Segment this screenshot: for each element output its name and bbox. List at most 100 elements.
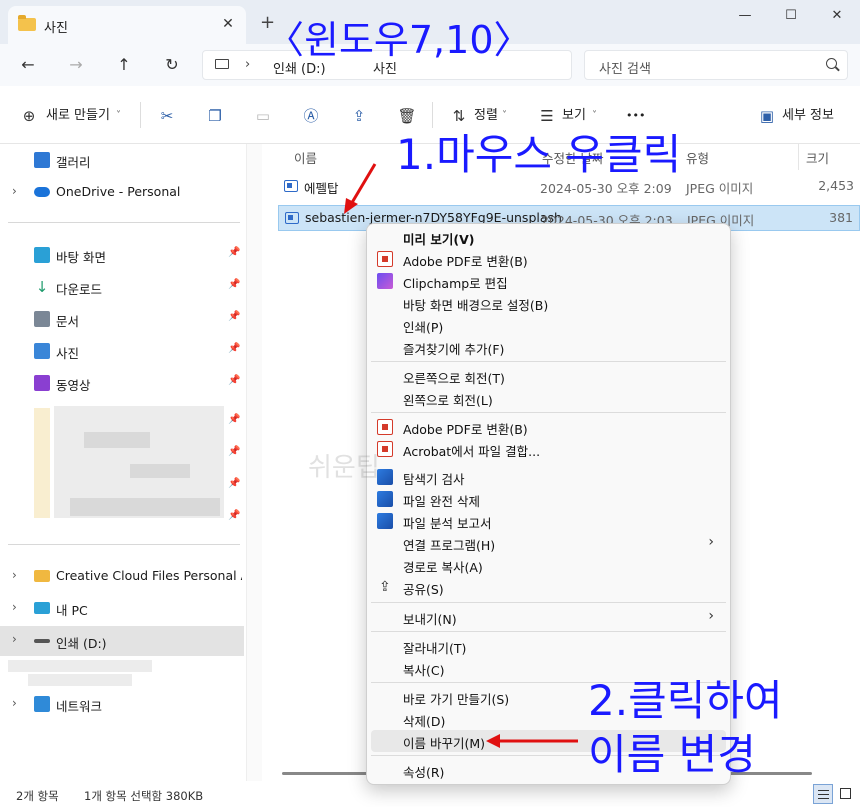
watermark: 쉬운팁 <box>308 447 380 484</box>
tab-close-button[interactable]: ✕ <box>218 14 238 34</box>
sidebar-divider <box>8 222 240 223</box>
menu-item-acrobat-combine[interactable]: Acrobat에서 파일 결합... <box>371 438 726 460</box>
menu-item-add-favorites[interactable]: 즐겨찾기에 추가(F) <box>371 336 726 358</box>
file-size: 381 <box>829 210 853 225</box>
new-button[interactable]: 새로 만들기 <box>46 106 110 126</box>
menu-item-copy-path[interactable]: 경로로 복사(A) <box>371 554 726 576</box>
sidebar-item-desktop[interactable]: 바탕 화면 📌 <box>0 241 244 269</box>
sidebar-item-label: OneDrive - Personal <box>56 184 242 199</box>
sidebar-item-label: 인쇄 (D:) <box>56 633 242 652</box>
cut-icon[interactable]: ✂ <box>156 105 178 127</box>
sidebar-item-downloads[interactable]: ↓ 다운로드 📌 <box>0 273 244 301</box>
share-icon[interactable]: ⇪ <box>348 105 370 127</box>
computer-icon <box>215 59 229 69</box>
menu-item-adobe-pdf-2[interactable]: Adobe PDF로 변환(B) <box>371 416 726 438</box>
menu-item-preview[interactable]: 미리 보기(V) <box>371 226 726 248</box>
sidebar-item-videos[interactable]: 동영상 📌 <box>0 369 244 397</box>
chevron-right-icon[interactable]: › <box>12 696 17 710</box>
maximize-button[interactable]: ☐ <box>776 6 806 26</box>
search-box[interactable]: 사진 검색 <box>584 50 848 80</box>
drive-icon <box>34 639 50 643</box>
chevron-down-icon: ˅ <box>116 106 121 126</box>
delete-icon[interactable]: 🗑 <box>396 105 418 127</box>
sidebar-item-this-pc[interactable]: › 내 PC <box>0 594 244 622</box>
folder-icon <box>18 18 36 31</box>
view-button[interactable]: 보기 <box>562 106 586 126</box>
chevron-right-icon[interactable]: › <box>12 184 17 198</box>
menu-item-shred-file[interactable]: 파일 완전 삭제 <box>371 488 726 510</box>
menu-item-open-with[interactable]: 연결 프로그램(H) › <box>371 532 726 554</box>
menu-item-adobe-pdf[interactable]: Adobe PDF로 변환(B) <box>371 248 726 270</box>
menu-item-share[interactable]: ⇪ 공유(S) <box>371 576 726 598</box>
view-icon: ☰ <box>536 105 558 127</box>
minimize-button[interactable]: — <box>730 6 760 26</box>
menu-item-label: 복사(C) <box>403 660 444 679</box>
menu-item-label: 경로로 복사(A) <box>403 557 483 576</box>
menu-item-print[interactable]: 인쇄(P) <box>371 314 726 336</box>
menu-item-cut[interactable]: 잘라내기(T) <box>371 635 726 657</box>
pin-icon: 📌 <box>228 510 240 521</box>
blurred-block <box>84 432 150 448</box>
menu-item-explorer-scan[interactable]: 탐색기 검사 <box>371 466 726 488</box>
menu-item-rotate-right[interactable]: 오른쪽으로 회전(T) <box>371 365 726 387</box>
menu-item-label: 파일 분석 보고서 <box>403 513 491 532</box>
sidebar-item-documents[interactable]: 문서 📌 <box>0 305 244 333</box>
menu-item-label: 연결 프로그램(H) <box>403 535 495 554</box>
tiles-view-button[interactable] <box>836 784 856 804</box>
sidebar-scrollbar[interactable] <box>246 144 262 784</box>
blurred-block <box>28 674 132 686</box>
close-button[interactable]: ✕ <box>822 6 852 26</box>
up-button[interactable]: ↑ <box>112 53 136 77</box>
refresh-button[interactable]: ↻ <box>160 53 184 77</box>
details-button[interactable]: 세부 정보 <box>782 106 834 126</box>
details-pane-icon: ▣ <box>756 105 778 127</box>
copy-icon[interactable]: ❐ <box>204 105 226 127</box>
sort-button[interactable]: 정렬 <box>474 106 498 126</box>
paste-icon[interactable]: ▭ <box>252 105 274 127</box>
list-icon <box>818 790 829 799</box>
sidebar-item-label: 사진 <box>56 343 242 362</box>
menu-divider <box>371 412 726 413</box>
menu-item-label: 탐색기 검사 <box>403 469 464 488</box>
column-header-name[interactable]: 이름 <box>294 148 317 167</box>
sidebar-item-network[interactable]: › 네트워크 <box>0 690 244 718</box>
sidebar-item-drive-d[interactable]: › 인쇄 (D:) <box>0 626 244 656</box>
chevron-down-icon: ˅ <box>592 106 597 126</box>
sidebar-item-label: 네트워크 <box>56 696 242 715</box>
chevron-right-icon[interactable]: › <box>12 568 17 582</box>
back-button[interactable]: ← <box>16 53 40 77</box>
sidebar-item-label: 다운로드 <box>56 279 242 298</box>
image-file-icon <box>285 212 299 224</box>
column-header-type[interactable]: 유형 <box>686 148 709 167</box>
details-view-button[interactable] <box>813 784 833 804</box>
security-tool-icon <box>377 491 393 507</box>
menu-item-set-wallpaper[interactable]: 바탕 화면 배경으로 설정(B) <box>371 292 726 314</box>
pin-icon: 📌 <box>228 375 240 386</box>
menu-item-analysis-report[interactable]: 파일 분석 보고서 <box>371 510 726 532</box>
selection-info: 1개 항목 선택함 380KB <box>84 788 203 804</box>
search-placeholder: 사진 검색 <box>599 58 651 77</box>
chevron-right-icon[interactable]: › <box>12 632 17 646</box>
menu-item-label: 오른쪽으로 회전(T) <box>403 368 505 387</box>
menu-item-clipchamp[interactable]: Clipchamp로 편집 <box>371 270 726 292</box>
menu-item-send-to[interactable]: 보내기(N) › <box>371 606 726 628</box>
chevron-right-icon[interactable]: › <box>12 600 17 614</box>
tab-pictures[interactable]: 사진 ✕ <box>8 6 246 44</box>
column-header-size[interactable]: 크기 <box>806 148 829 167</box>
menu-item-label: 파일 완전 삭제 <box>403 491 480 510</box>
sidebar-item-pictures[interactable]: 사진 📌 <box>0 337 244 365</box>
sidebar-item-onedrive[interactable]: › OneDrive - Personal <box>0 178 244 206</box>
sidebar-item-creative-cloud[interactable]: › Creative Cloud Files Personal Acco <box>0 562 244 590</box>
forward-button[interactable]: → <box>64 53 88 77</box>
menu-item-label: 즐겨찾기에 추가(F) <box>403 339 504 358</box>
navigation-pane: 갤러리 › OneDrive - Personal 바탕 화면 📌 ↓ 다운로드… <box>0 144 246 781</box>
blurred-folder-icons <box>34 408 50 518</box>
rename-icon[interactable]: Ⓐ <box>300 105 322 127</box>
file-type: JPEG 이미지 <box>686 178 753 197</box>
download-icon: ↓ <box>34 279 50 295</box>
more-options-button[interactable]: ••• <box>626 106 645 126</box>
document-icon <box>34 311 50 327</box>
sidebar-item-gallery[interactable]: 갤러리 <box>0 146 244 174</box>
menu-item-rotate-left[interactable]: 왼쪽으로 회전(L) <box>371 387 726 409</box>
blurred-block <box>8 660 152 672</box>
